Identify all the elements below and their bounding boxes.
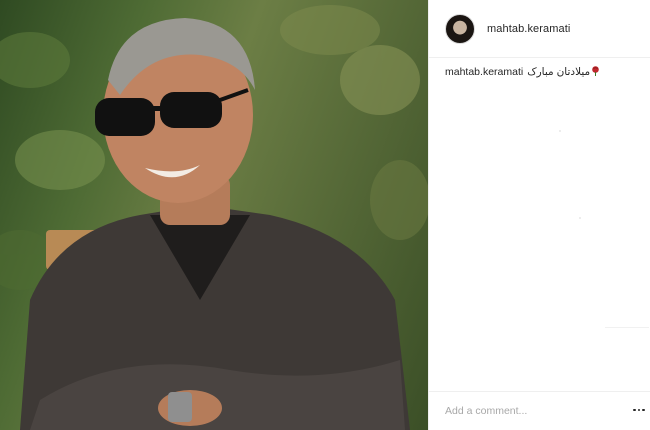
more-options-icon[interactable]: [633, 407, 645, 413]
photo-illustration: [0, 5, 428, 430]
post-side-panel: mahtab.keramati mahtab.keramati میلادتان …: [428, 0, 650, 430]
comment-bar: [429, 391, 650, 430]
post-caption: mahtab.keramati میلادتان مبارک: [445, 66, 645, 78]
comment-input[interactable]: [445, 405, 615, 417]
faint-mark: [559, 130, 561, 132]
header-username[interactable]: mahtab.keramati: [487, 23, 570, 35]
caption-text: میلادتان مبارک: [527, 66, 591, 78]
avatar-icon[interactable]: [445, 13, 475, 44]
post-photo[interactable]: [0, 0, 428, 430]
rose-icon: [592, 66, 599, 76]
caption-username[interactable]: mahtab.keramati: [445, 66, 523, 78]
post-header: mahtab.keramati: [429, 0, 650, 58]
faint-mark: [579, 217, 581, 219]
faint-divider: [605, 327, 649, 328]
